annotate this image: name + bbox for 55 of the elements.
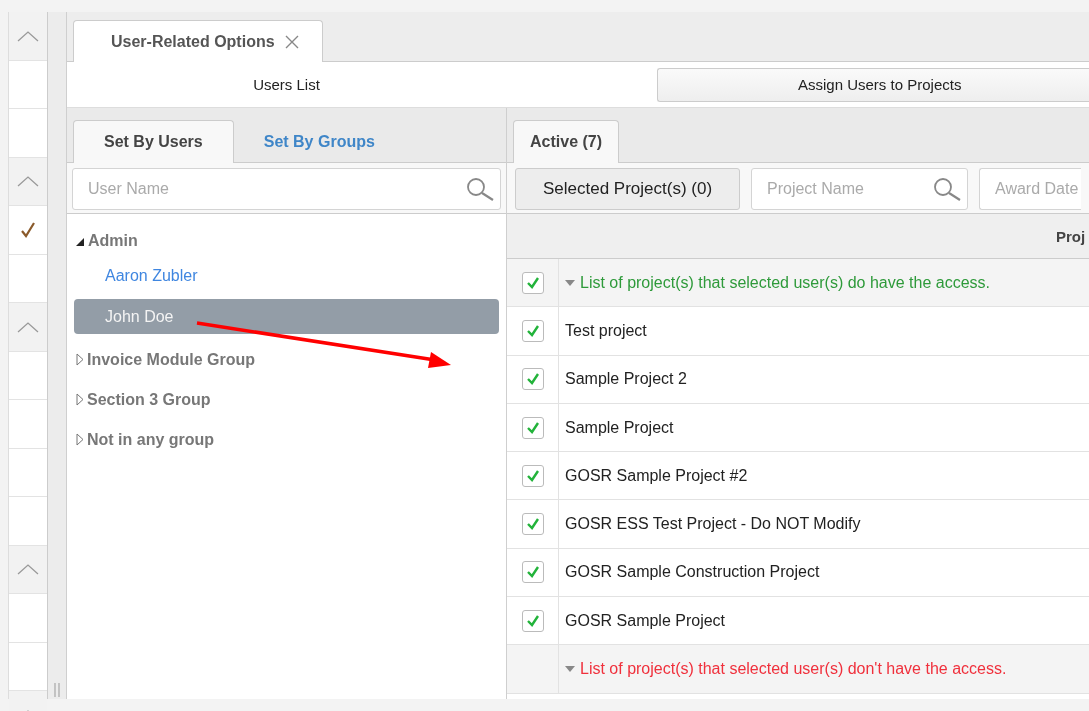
checkmark-icon (525, 372, 540, 387)
checkbox[interactable] (521, 513, 544, 536)
chevron-up-icon[interactable] (17, 320, 39, 333)
checkmark-icon (525, 517, 540, 532)
checkmark-icon (525, 613, 540, 628)
project-name: Test project (565, 321, 647, 340)
search-field[interactable]: User Name (72, 168, 501, 210)
group-label[interactable]: Section 3 Group (87, 391, 211, 409)
checkbox[interactable] (521, 319, 544, 342)
tab[interactable]: User-Related Options (73, 20, 323, 62)
checkbox[interactable] (521, 368, 544, 391)
checkmark-icon (525, 565, 540, 580)
group-label[interactable]: Admin (88, 232, 138, 250)
chevron-up-icon[interactable] (17, 175, 39, 188)
expanded-triangle-icon[interactable] (76, 237, 85, 247)
checkmark-icon (525, 323, 540, 338)
project-name: GOSR ESS Test Project - Do NOT Modify (565, 515, 861, 534)
group-label[interactable]: Not in any group (87, 431, 215, 449)
user-item[interactable]: Aaron Zubler (74, 258, 499, 293)
project-name: Sample Project 2 (565, 370, 687, 389)
project-name: Sample Project (565, 418, 674, 437)
group-label[interactable]: Invoice Module Group (87, 351, 255, 369)
chevron-up-icon[interactable] (17, 29, 39, 42)
tab[interactable]: Active (7) (513, 120, 620, 163)
checkmark-icon (525, 275, 540, 290)
project-name: GOSR Sample Construction Project (565, 563, 820, 582)
caret-icon[interactable] (565, 666, 575, 672)
assign-users-button[interactable]: Assign Users to Projects (657, 67, 1089, 102)
checkbox[interactable] (521, 271, 544, 294)
group-heading: List of project(s) that selected user(s) don't have the access. (580, 660, 1007, 678)
checkbox[interactable] (521, 464, 544, 487)
collapsed-triangle-icon[interactable] (76, 352, 84, 366)
search-icon[interactable] (465, 177, 495, 201)
filter-field[interactable]: Award Date (979, 168, 1081, 210)
checkmark-icon (525, 420, 540, 435)
caret-icon[interactable] (565, 279, 575, 286)
checkbox[interactable] (521, 609, 544, 632)
collapsed-triangle-icon[interactable] (76, 432, 84, 446)
group-heading: List of project(s) that selected user(s) do have the access. (580, 273, 990, 292)
checkbox[interactable] (521, 561, 544, 584)
checkbox[interactable] (521, 416, 544, 439)
grip-icon[interactable] (54, 683, 60, 697)
project-name: GOSR Sample Project #2 (565, 466, 748, 485)
selected-projects-button[interactable]: Selected Project(s) (0) (515, 168, 740, 210)
chevron-up-icon[interactable] (17, 563, 39, 576)
filter-field[interactable]: Project Name (751, 168, 968, 210)
collapsed-triangle-icon[interactable] (76, 392, 84, 406)
view-tab[interactable]: Users List (67, 76, 506, 93)
search-icon[interactable] (932, 177, 962, 201)
project-name: GOSR Sample Project (565, 611, 726, 630)
tab[interactable]: Set By Users (73, 120, 234, 163)
close-icon[interactable] (284, 34, 299, 49)
checkmark-icon (20, 221, 36, 238)
column-header[interactable]: Proj (1056, 227, 1086, 245)
checkmark-icon (525, 468, 540, 483)
